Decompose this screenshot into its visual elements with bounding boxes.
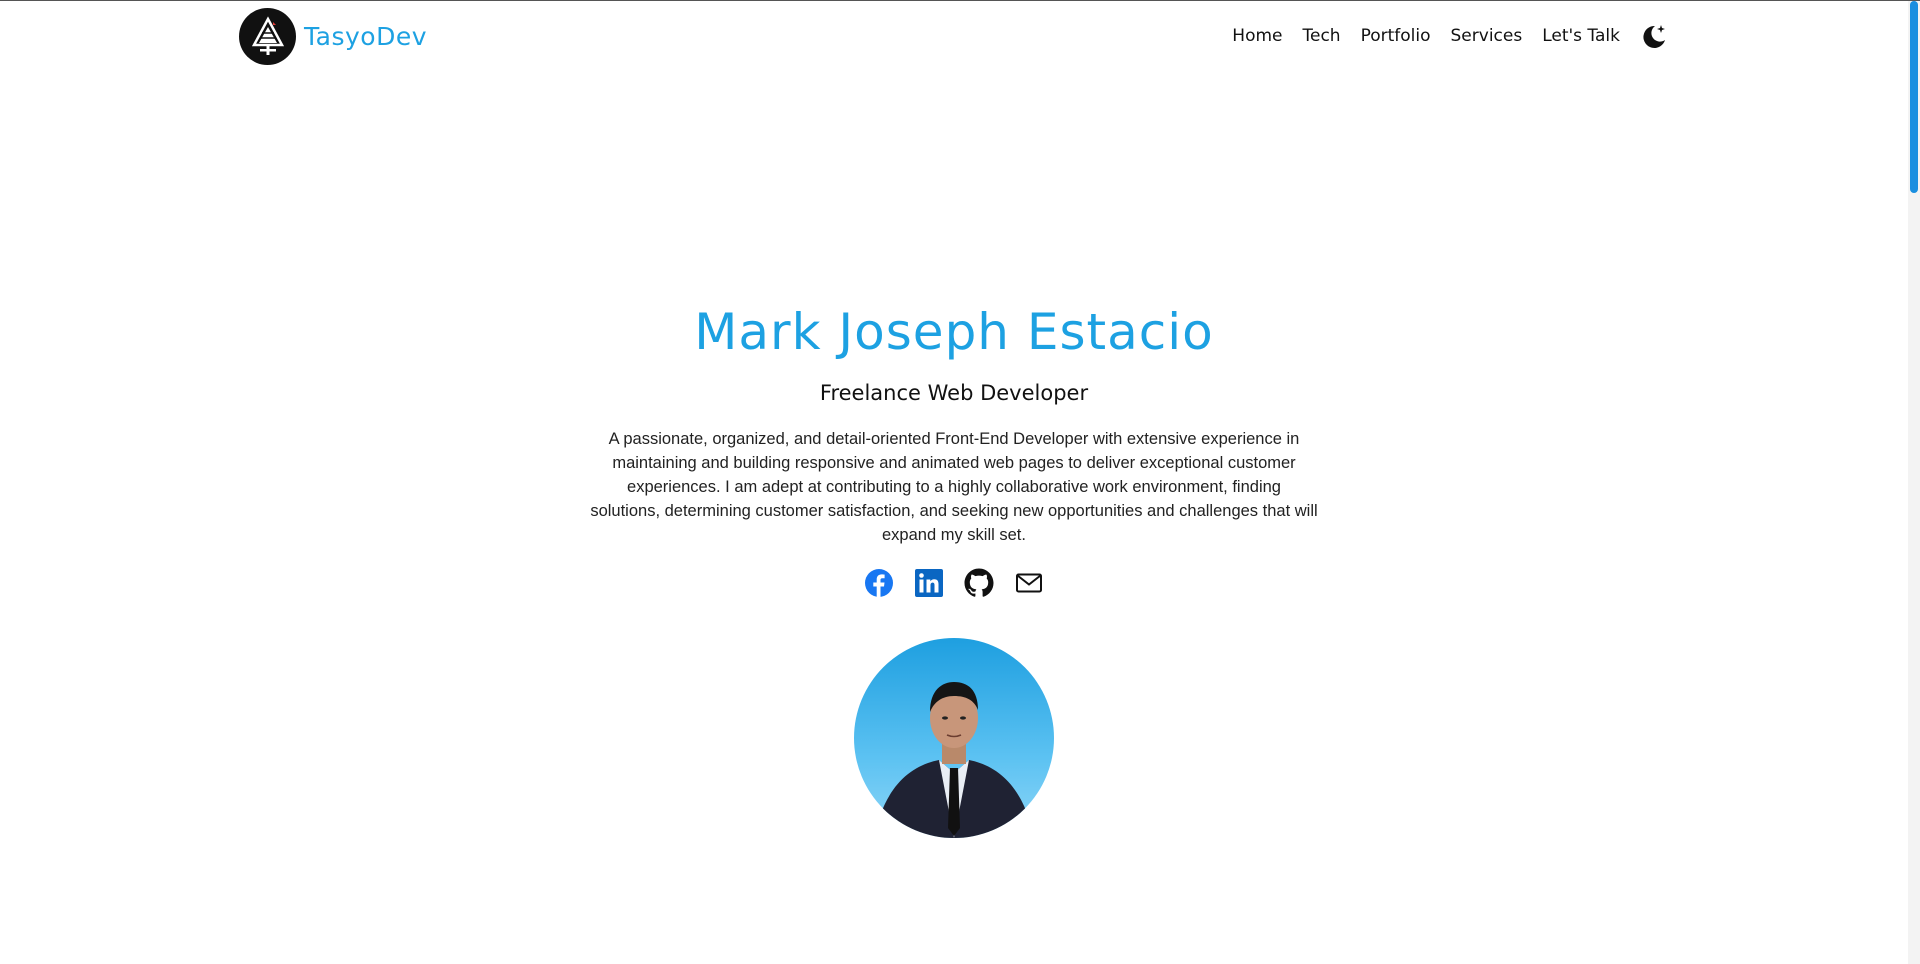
email-icon <box>1016 573 1042 593</box>
hero-role: Freelance Web Developer <box>819 381 1089 405</box>
page-scrollbar[interactable] <box>1908 1 1920 964</box>
main-menu: Home Tech Portfolio Services Let's Talk <box>1232 15 1668 57</box>
nav-portfolio[interactable]: Portfolio <box>1361 15 1431 57</box>
github-icon <box>964 568 994 597</box>
social-links <box>0 567 1908 599</box>
theme-toggle-button[interactable] <box>1640 22 1668 50</box>
hero-bio: A passionate, organized, and detail-orie… <box>590 430 1318 544</box>
nav-tech[interactable]: Tech <box>1303 15 1341 57</box>
scrollbar-thumb[interactable] <box>1910 1 1918 193</box>
nav-lets-talk[interactable]: Let's Talk <box>1542 15 1620 57</box>
hero-name: Mark Joseph Estacio <box>694 303 1214 361</box>
brand-logo-link[interactable]: TasyoDev <box>239 8 427 65</box>
email-link[interactable] <box>1013 567 1045 599</box>
github-link[interactable] <box>963 567 995 599</box>
nav-services[interactable]: Services <box>1451 15 1523 57</box>
nav-home[interactable]: Home <box>1232 15 1282 57</box>
facebook-link[interactable] <box>863 567 895 599</box>
brand-name: TasyoDev <box>304 22 427 51</box>
tasyodev-logo-icon <box>239 8 296 65</box>
moon-stars-icon <box>1643 25 1665 48</box>
linkedin-icon <box>915 569 943 597</box>
facebook-icon <box>865 569 893 597</box>
page: TasyoDev Home Tech Portfolio Services Le… <box>0 0 1920 964</box>
linkedin-link[interactable] <box>913 567 945 599</box>
profile-photo <box>854 638 1054 838</box>
top-nav: TasyoDev Home Tech Portfolio Services Le… <box>0 1 1908 73</box>
